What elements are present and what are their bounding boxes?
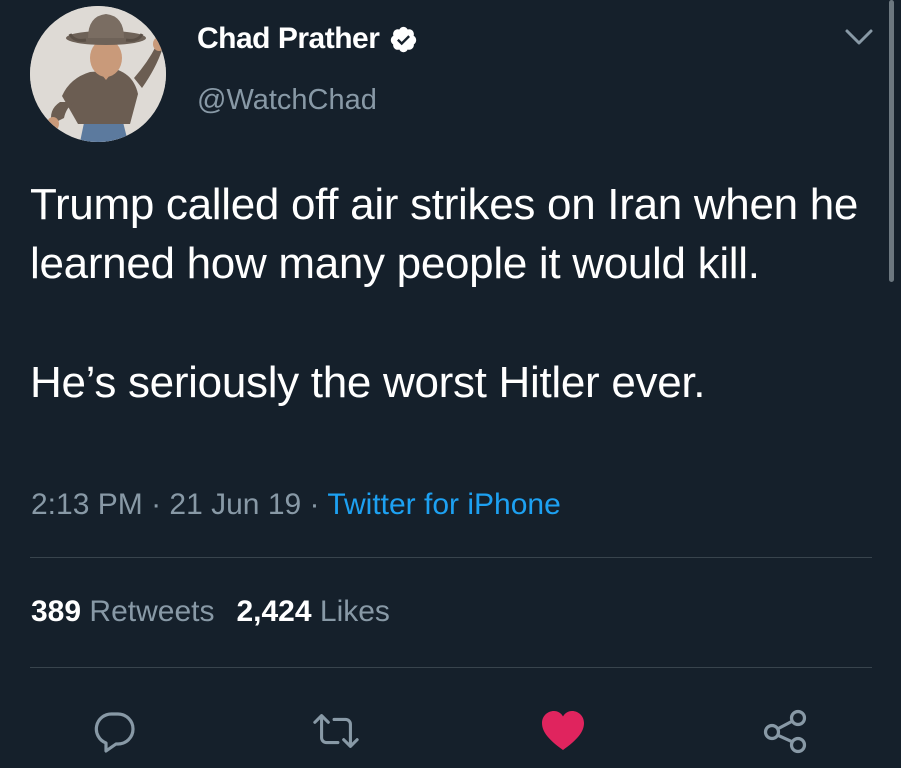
scrollbar[interactable] — [889, 0, 894, 282]
retweet-icon — [313, 714, 359, 748]
like-button[interactable] — [538, 706, 588, 756]
meta-separator: · — [142, 488, 170, 521]
likes-count: 2,424 — [236, 595, 312, 628]
reply-icon — [94, 712, 135, 753]
tweet-stats: 389 Retweets 2,424 Likes — [31, 595, 390, 629]
tweet-paragraph: He’s seriously the worst Hitler ever. — [30, 358, 706, 407]
likes-stat[interactable]: 2,424 Likes — [236, 595, 389, 628]
tweet-time: 2:13 PM — [31, 488, 143, 521]
author-name-row[interactable]: Chad Prather — [197, 22, 418, 56]
heart-icon — [542, 711, 584, 750]
verified-badge-icon — [391, 26, 417, 52]
tweet-source-link[interactable]: Twitter for iPhone — [327, 488, 560, 521]
retweets-count: 389 — [31, 595, 82, 628]
meta-separator: · — [301, 488, 328, 521]
retweet-button[interactable] — [311, 706, 361, 756]
author-handle[interactable]: @WatchChad — [197, 84, 377, 117]
retweets-label: Retweets — [89, 595, 215, 628]
avatar-photo — [30, 6, 166, 142]
tweet-paragraph: Trump called off air strikes on Iran whe… — [30, 180, 859, 288]
tweet-meta: 2:13 PM · 21 Jun 19 · Twitter for iPhone — [31, 488, 561, 522]
share-icon — [763, 709, 807, 754]
tweet-detail-view: Chad Prather @WatchChad Trump called off… — [0, 0, 901, 768]
author-name[interactable]: Chad Prather — [197, 22, 380, 56]
divider — [30, 667, 872, 668]
tweet-date: 21 Jun 19 — [169, 488, 302, 521]
likes-label: Likes — [319, 595, 390, 628]
retweets-stat[interactable]: 389 Retweets — [31, 595, 214, 628]
share-button[interactable] — [761, 706, 811, 756]
divider — [30, 557, 872, 558]
chevron-down-icon[interactable] — [843, 26, 875, 48]
reply-button[interactable] — [90, 706, 140, 756]
tweet-text: Trump called off air strikes on Iran whe… — [30, 175, 880, 412]
avatar[interactable] — [30, 6, 166, 142]
